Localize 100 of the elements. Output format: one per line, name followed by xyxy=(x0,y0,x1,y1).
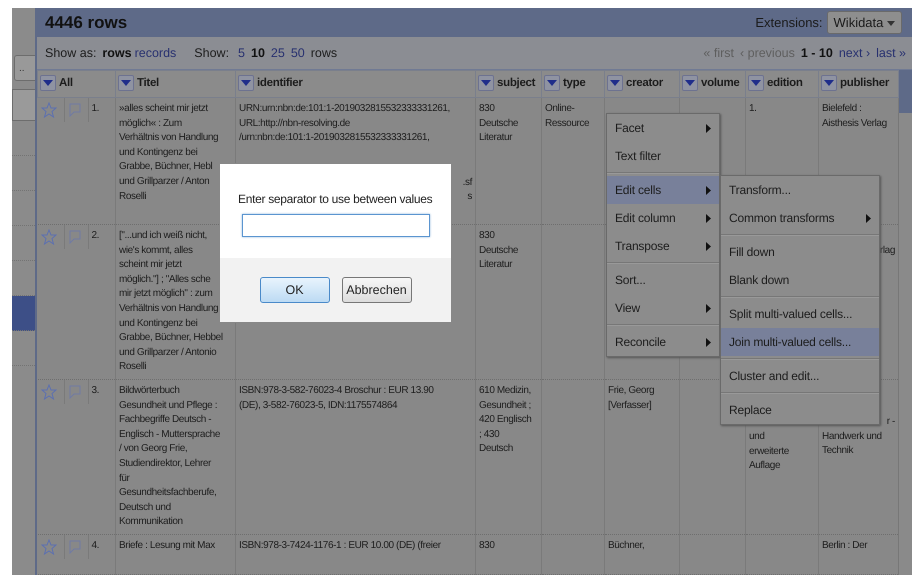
show-as-label: Show as: xyxy=(45,44,96,62)
show-label: Show: xyxy=(194,44,230,62)
star-icon[interactable] xyxy=(40,102,56,118)
menu-item[interactable]: Cluster and edit... xyxy=(721,362,879,390)
column-dropdown-button[interactable] xyxy=(40,75,56,92)
table-cell-text: 1. xyxy=(749,103,757,114)
dropdown-triangle-icon xyxy=(43,80,53,86)
column-header: All xyxy=(59,77,73,90)
star-icon[interactable] xyxy=(40,539,56,555)
menu-item[interactable]: Facet xyxy=(607,114,719,142)
flag-icon[interactable] xyxy=(68,102,82,118)
table-cell-text: 830 Deutsche Literatur xyxy=(479,230,518,270)
flag-icon[interactable] xyxy=(68,229,82,246)
table-cell-text: Handwerk und Technik xyxy=(822,430,883,458)
column-header: publisher xyxy=(840,77,890,90)
table-cell-text: Berlin : Der xyxy=(822,540,868,551)
selected-row-highlight[interactable] xyxy=(12,296,35,331)
column-dropdown-button[interactable] xyxy=(607,75,623,92)
dropdown-triangle-icon xyxy=(685,80,695,86)
table-cell-text: Online- Ressource xyxy=(545,103,590,129)
table-cell-text: 830 Deutsche Literatur xyxy=(479,103,518,144)
ok-button[interactable]: OK xyxy=(260,277,330,303)
table-cell-text: rlag xyxy=(880,245,895,256)
column-dropdown-button[interactable] xyxy=(682,75,698,92)
scrollbar[interactable] xyxy=(898,113,912,575)
dropdown-triangle-icon xyxy=(547,80,557,86)
view-mode-link[interactable]: rows xyxy=(102,44,132,63)
table-cell-text: ISBN:978-3-582-76023-4 Broschur : EUR 13.90 (DE), 3-582-76023-5, IDN:1175574864 xyxy=(239,385,434,411)
submenu-arrow-icon xyxy=(866,214,871,222)
row-number: 4. xyxy=(92,540,100,551)
submenu-arrow-icon xyxy=(706,124,711,132)
table-cell-text: URN:urn:nbn:de:101:1-2019032815532333331261, URL:http://nbn-resolving.de /urn:nbn:de:101:1-2019032815532333331261, xyxy=(239,103,450,144)
menu-item[interactable]: Fill down xyxy=(721,238,879,266)
flag-icon[interactable] xyxy=(68,539,82,555)
menu-item[interactable]: Text filter xyxy=(607,142,719,170)
column-dropdown-button[interactable] xyxy=(821,75,837,92)
column-dropdown-button[interactable] xyxy=(478,75,494,92)
dropdown-triangle-icon xyxy=(824,80,834,86)
dropdown-triangle-icon xyxy=(241,80,251,86)
dropdown-triangle-icon xyxy=(751,80,761,86)
dropdown-triangle-icon xyxy=(121,80,131,86)
cancel-button[interactable]: Abbrechen xyxy=(342,277,412,303)
collapse-button[interactable]: .. xyxy=(14,55,35,81)
view-mode-link[interactable]: records xyxy=(134,44,176,63)
column-dropdown-button[interactable] xyxy=(118,75,134,92)
table-cell-text: .sf s xyxy=(462,176,472,202)
table-cell-text: ["...und ich weiß nicht, wie's kommt, alles scheint mir jetzt möglich."] ; "Alles sche mir jetzt möglich" : zum Verhältnis von Handlung und Kontingenz bei Grabbe, Büchner, Hebbel und Grillparzer / Antonio Roselli xyxy=(119,230,223,372)
menu-item[interactable]: Replace xyxy=(721,396,879,424)
column-header: edition xyxy=(767,77,803,90)
table-cell-text: Briefe : Lesung mit Max xyxy=(119,540,215,551)
menu-item[interactable]: View xyxy=(607,294,719,322)
menu-item[interactable]: Edit cells xyxy=(607,176,719,204)
table-cell-text: und erweiterte Auflage xyxy=(749,431,789,472)
page-range: 1 - 10 xyxy=(800,46,833,60)
prompt-text: Enter separator to use between values xyxy=(238,191,434,208)
table-cell-text: Bildwörterbuch Gesundheit und Pflege : Fachbegriffe Deutsch - Englisch - Muttersprache / von Georg Frie, Studiendirektor, Lehrer für Gesundheitsfachberufe, Deutsch und Kommunikation xyxy=(119,385,220,528)
submenu-arrow-icon xyxy=(706,214,711,222)
table-cell-text: 610 Medizin, Gesundheit ; 420 Englisch ; 430 Deutsch xyxy=(479,385,532,454)
submenu-arrow-icon xyxy=(706,304,711,312)
menu-item[interactable]: Edit column xyxy=(607,204,719,232)
column-header: type xyxy=(563,77,586,90)
menu-item[interactable]: Common transforms xyxy=(721,204,879,232)
row-number: 3. xyxy=(92,385,100,396)
pager-link[interactable]: last » xyxy=(876,46,906,60)
table-cell-text: ISBN:978-3-7424-1176-1 : EUR 10.00 (DE) (freier xyxy=(239,540,441,551)
row-count-title: 4446 rows xyxy=(45,12,128,34)
page-size-link[interactable]: 10 xyxy=(251,44,265,63)
flag-icon[interactable] xyxy=(68,384,82,400)
column-header: subject xyxy=(497,77,536,90)
page-size-link[interactable]: 50 xyxy=(290,44,305,63)
column-header: volume xyxy=(701,77,740,90)
pager-link[interactable]: next › xyxy=(838,46,870,60)
column-dropdown-button[interactable] xyxy=(748,75,764,92)
filter-field[interactable] xyxy=(12,89,35,121)
menu-item[interactable]: Reconcile xyxy=(607,328,719,356)
table-cell-text: r - xyxy=(886,416,895,427)
column-header: Titel xyxy=(137,77,159,90)
star-icon[interactable] xyxy=(40,384,56,400)
column-dropdown-button[interactable] xyxy=(238,75,254,92)
dropdown-triangle-icon xyxy=(610,80,620,86)
table-cell-text: 830 xyxy=(479,540,494,551)
menu-item[interactable]: Transpose xyxy=(607,232,719,260)
menu-item[interactable]: Split multi-valued cells... xyxy=(721,300,879,328)
menu-item[interactable]: Join multi-valued cells... xyxy=(721,328,879,356)
extensions-dropdown[interactable]: Wikidata xyxy=(826,10,902,34)
submenu-arrow-icon xyxy=(706,186,711,194)
menu-item[interactable]: Transform... xyxy=(721,176,879,204)
star-icon[interactable] xyxy=(40,229,56,246)
menu-item[interactable]: Sort... xyxy=(607,266,719,294)
submenu-arrow-icon xyxy=(706,242,711,250)
extensions-label: Extensions: xyxy=(755,14,823,32)
menu-item[interactable]: Blank down xyxy=(721,266,879,294)
column-dropdown-button[interactable] xyxy=(544,75,560,92)
separator-input[interactable] xyxy=(242,214,430,237)
row-number: 1. xyxy=(92,103,100,114)
page-size-link[interactable]: 5 xyxy=(238,44,245,63)
table-cell-text: Frie, Georg [Verfasser] xyxy=(608,385,654,411)
rows-label: rows xyxy=(310,44,338,62)
row-number: 2. xyxy=(92,230,100,242)
page-size-link[interactable]: 25 xyxy=(270,44,285,63)
